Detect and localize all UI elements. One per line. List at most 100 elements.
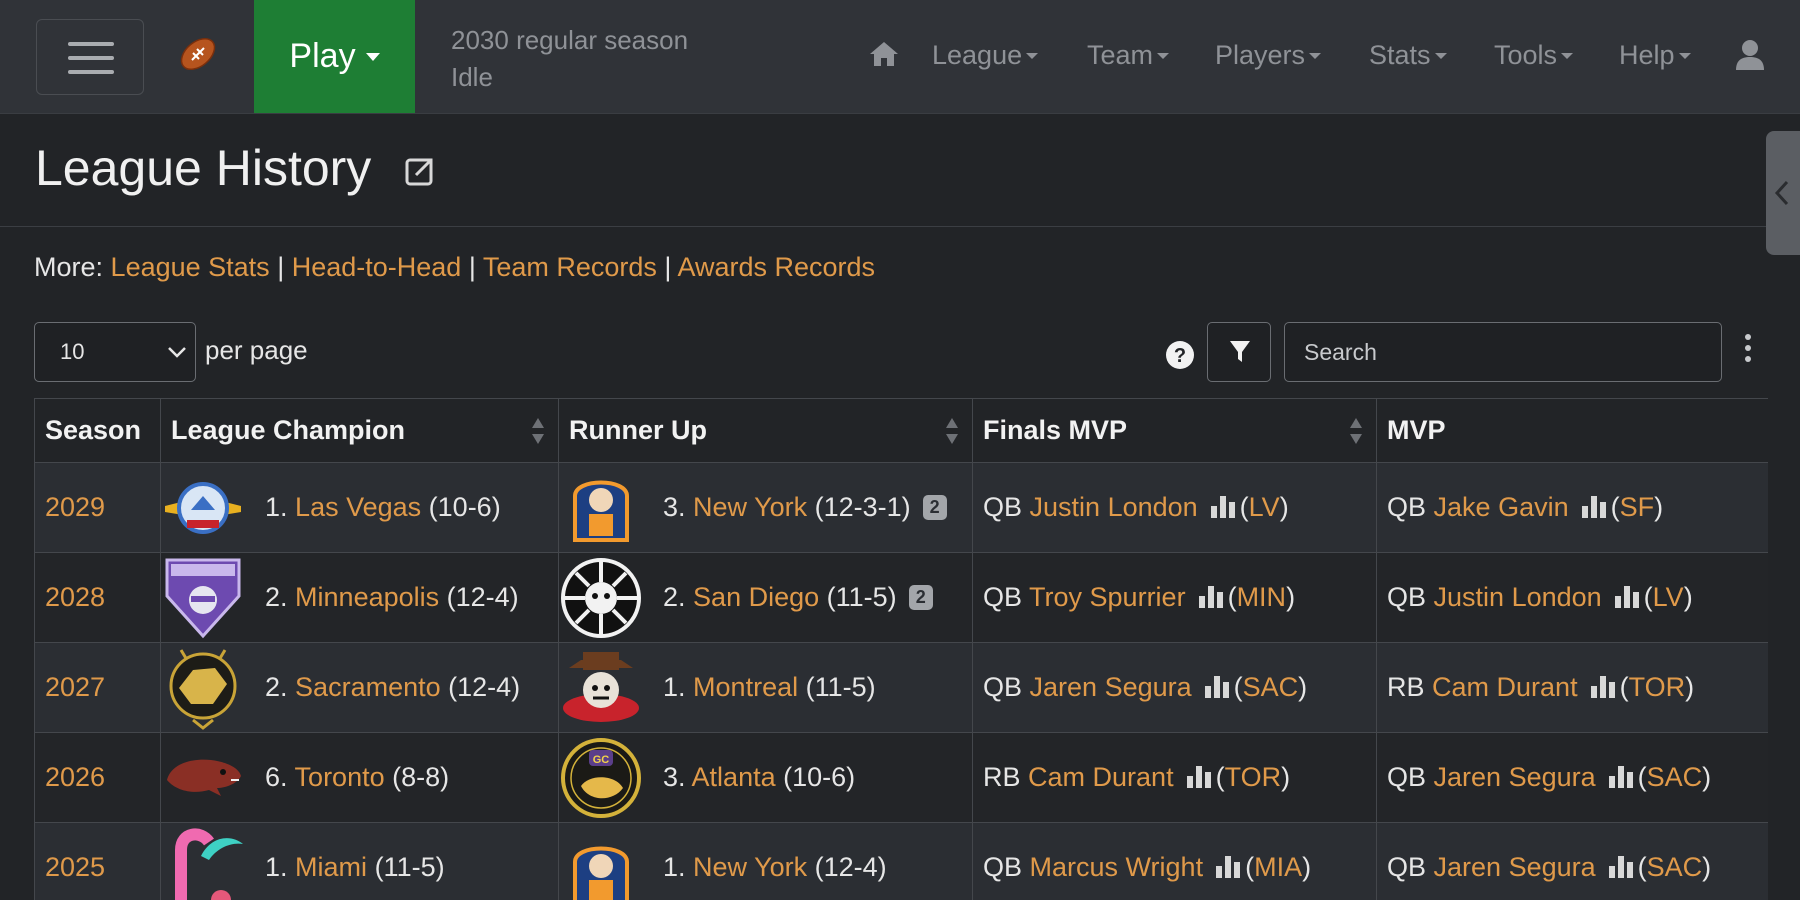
player-link[interactable]: Jake Gavin	[1434, 492, 1569, 522]
sidebar-collapse-button[interactable]	[1766, 131, 1800, 255]
more-options-icon[interactable]	[1742, 334, 1754, 370]
team-link[interactable]: Miami	[295, 852, 367, 882]
nav-players-menu[interactable]: Players	[1215, 40, 1322, 71]
las-vegas-logo-icon[interactable]	[161, 466, 245, 550]
team-link[interactable]: Las Vegas	[295, 492, 421, 522]
bar-chart-icon[interactable]	[1210, 494, 1236, 518]
seed: 2.	[265, 582, 288, 612]
popout-window-icon[interactable]	[404, 155, 436, 187]
bar-chart-icon[interactable]	[1186, 764, 1212, 788]
user-icon[interactable]	[1734, 38, 1766, 72]
team-link[interactable]: Toronto	[295, 762, 385, 792]
team-records-link[interactable]: Team Records	[483, 252, 657, 282]
atlanta-logo-icon[interactable]: GC	[559, 736, 643, 820]
team-abbrev-link[interactable]: SF	[1620, 492, 1655, 522]
bar-chart-icon[interactable]	[1198, 584, 1224, 608]
bar-chart-icon[interactable]	[1215, 854, 1241, 878]
champion-column-header[interactable]: League Champion	[160, 398, 559, 463]
player-link[interactable]: Justin London	[1030, 492, 1198, 522]
head-to-head-link[interactable]: Head-to-Head	[292, 252, 462, 282]
nav-league-menu[interactable]: League	[932, 40, 1039, 71]
player-link[interactable]: Jaren Segura	[1030, 672, 1192, 702]
player-link[interactable]: Jaren Segura	[1434, 762, 1596, 792]
runner-up-cell: GC 3. Atlanta (10-6)	[558, 732, 973, 823]
awards-records-link[interactable]: Awards Records	[677, 252, 875, 282]
nav-team-menu[interactable]: Team	[1087, 40, 1170, 71]
record: (11-5)	[374, 852, 445, 882]
team-abbrev-link[interactable]: TOR	[1225, 762, 1282, 792]
team-link[interactable]: Atlanta	[692, 762, 776, 792]
nav-help-menu[interactable]: Help	[1619, 40, 1691, 71]
team-link[interactable]: New York	[693, 852, 807, 882]
football-logo-icon[interactable]	[176, 32, 220, 76]
seed: 1.	[265, 852, 288, 882]
bar-chart-icon[interactable]	[1608, 854, 1634, 878]
team-link[interactable]: Sacramento	[295, 672, 441, 702]
seed: 1.	[663, 852, 686, 882]
season-cell: 2029	[34, 462, 161, 553]
player-link[interactable]: Jaren Segura	[1434, 852, 1596, 882]
seed: 3.	[663, 762, 686, 792]
team-link[interactable]: Montreal	[693, 672, 798, 702]
position: QB	[1387, 762, 1427, 792]
chevron-down-icon	[1561, 52, 1574, 59]
home-icon[interactable]	[868, 38, 900, 70]
team-link[interactable]: San Diego	[693, 582, 819, 612]
record: (8-8)	[392, 762, 450, 792]
san-diego-logo-icon[interactable]	[559, 556, 643, 640]
play-label: Play	[289, 37, 356, 75]
finals-mvp-column-header[interactable]: Finals MVP	[972, 398, 1377, 463]
more-label: More:	[34, 252, 104, 282]
runner-up-cell: 3. New York (12-3-1) 2	[558, 462, 973, 553]
toronto-logo-icon[interactable]	[161, 736, 245, 820]
season-link[interactable]: 2026	[45, 762, 105, 792]
league-stats-link[interactable]: League Stats	[111, 252, 270, 282]
filter-button[interactable]	[1207, 322, 1271, 382]
team-link[interactable]: Minneapolis	[295, 582, 439, 612]
runner-up-column-header[interactable]: Runner Up	[558, 398, 973, 463]
season-link[interactable]: 2029	[45, 492, 105, 522]
search-input[interactable]	[1284, 322, 1722, 382]
season-link[interactable]: 2027	[45, 672, 105, 702]
minneapolis-logo-icon[interactable]	[161, 556, 245, 640]
team-abbrev-link[interactable]: MIA	[1254, 852, 1302, 882]
team-abbrev-link[interactable]: LV	[1653, 582, 1684, 612]
nav-tools-label: Tools	[1494, 40, 1558, 70]
new-york-logo-icon[interactable]	[559, 466, 643, 550]
bar-chart-icon[interactable]	[1581, 494, 1607, 518]
new-york-logo-icon[interactable]	[559, 826, 643, 900]
montreal-logo-icon[interactable]	[559, 646, 643, 730]
bar-chart-icon[interactable]	[1204, 674, 1230, 698]
miami-logo-icon[interactable]	[161, 826, 245, 900]
per-page-select[interactable]: 10	[34, 322, 196, 382]
more-links: More: League Stats | Head-to-Head | Team…	[34, 252, 876, 282]
mvp-column-header[interactable]: MVP	[1376, 398, 1768, 463]
record: (11-5)	[826, 582, 897, 612]
bar-chart-icon[interactable]	[1614, 584, 1640, 608]
player-link[interactable]: Cam Durant	[1432, 672, 1578, 702]
bar-chart-icon[interactable]	[1590, 674, 1616, 698]
player-link[interactable]: Marcus Wright	[1030, 852, 1204, 882]
season-link[interactable]: 2028	[45, 582, 105, 612]
team-abbrev-link[interactable]: TOR	[1629, 672, 1686, 702]
bar-chart-icon[interactable]	[1608, 764, 1634, 788]
player-link[interactable]: Cam Durant	[1028, 762, 1174, 792]
player-link[interactable]: Troy Spurrier	[1029, 582, 1186, 612]
nav-tools-menu[interactable]: Tools	[1494, 40, 1574, 71]
season-column-header[interactable]: Season	[34, 398, 161, 463]
nav-stats-menu[interactable]: Stats	[1369, 40, 1447, 71]
menu-toggle-button[interactable]	[36, 19, 144, 95]
team-link[interactable]: New York	[693, 492, 807, 522]
team-abbrev-link[interactable]: SAC	[1243, 672, 1299, 702]
mvp-cell: QB Jake Gavin (SF)	[1376, 462, 1768, 553]
play-menu-button[interactable]: Play	[254, 0, 415, 113]
season-link[interactable]: 2025	[45, 852, 105, 882]
player-link[interactable]: Justin London	[1434, 582, 1602, 612]
team-abbrev-link[interactable]: MIN	[1237, 582, 1287, 612]
team-abbrev-link[interactable]: SAC	[1647, 762, 1703, 792]
team-abbrev-link[interactable]: SAC	[1647, 852, 1703, 882]
team-abbrev-link[interactable]: LV	[1249, 492, 1280, 522]
help-icon[interactable]: ?	[1165, 340, 1195, 370]
title-divider	[0, 226, 1768, 227]
sacramento-logo-icon[interactable]	[161, 646, 245, 730]
